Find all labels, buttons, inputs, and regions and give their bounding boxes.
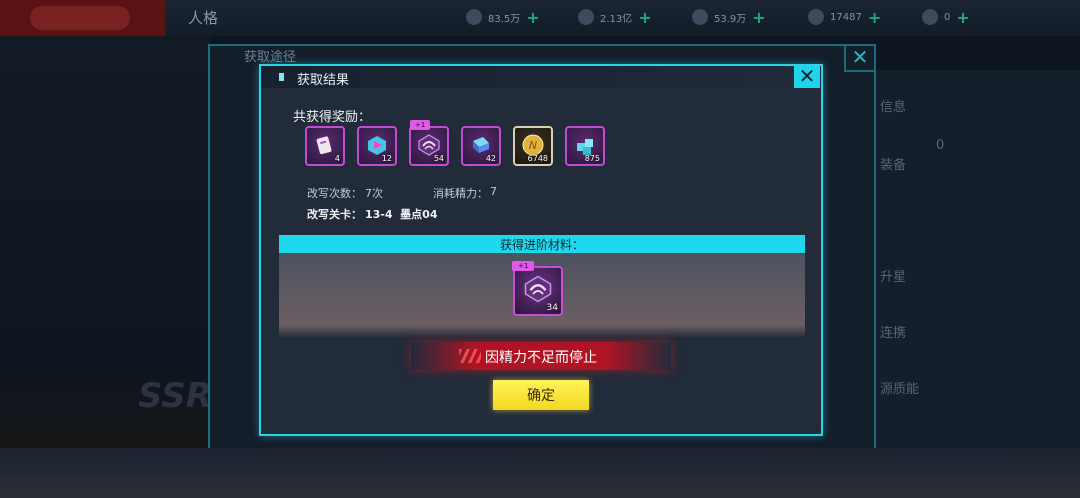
add-energy-button[interactable]: + [526,8,539,27]
back-icon [30,6,130,30]
resource-value: 0 [944,11,951,23]
close-button[interactable]: ✕ [794,66,820,88]
resource-value: 2.13亿 [600,13,633,25]
reward-item[interactable]: 12 [357,126,397,166]
reward-list: 4 12 +1 54 42 N 6748 875 [305,120,605,166]
advance-materials-header: 获得进阶材料： [279,235,805,253]
close-icon: ✕ [798,64,816,88]
resource-energy: 83.5万 + [466,8,540,27]
dialog-title: 获取结果 [297,73,350,88]
resource-flame: 0 + [922,8,970,27]
advance-bonus-tag: +1 [512,261,535,271]
resource-value: 83.5万 [488,13,521,25]
add-ticket-button[interactable]: + [868,8,881,27]
bottom-bar [0,448,1080,498]
side-menu-item-equip[interactable]: 装备 [880,154,906,173]
reward-item[interactable]: +1 54 [409,120,449,166]
outer-dialog-title: 获取途径 [244,50,297,65]
stage-value: 13-4 墨点04 [365,208,438,221]
reward-count: 54 [433,154,444,163]
ticket-item-icon [316,136,332,155]
add-coin-button[interactable]: + [638,8,651,27]
stop-warning-banner: 因精力不足而停止 [411,342,671,370]
rewrite-count-value: 7次 [365,187,383,200]
svg-text:N: N [529,139,537,152]
advance-count: 34 [546,303,558,313]
header-marker-icon [279,73,284,81]
advance-materials-label: 获得进阶材料： [499,238,584,252]
rewrite-count-label: 改写次数： [307,187,362,200]
hand-icon [692,9,708,25]
resource-coin: 2.13亿 + [578,8,652,27]
stamina-value: 7 [490,185,497,198]
resource-value: 53.9万 [714,13,747,25]
reward-item[interactable]: 42 [461,126,501,166]
background-window-title: 人格 [188,9,219,27]
reward-count: 875 [584,154,600,163]
stop-warning-text: 因精力不足而停止 [485,350,597,366]
outer-close-icon[interactable]: ✕ [844,44,876,72]
side-menu-item-source[interactable]: 源质能 [880,378,919,397]
resource-hand: 53.9万 + [692,8,766,27]
advance-core-icon [524,275,552,303]
side-menu-item-link[interactable]: 连携 [880,322,906,341]
energy-icon [466,9,482,25]
rarity-label: SSR [138,376,212,416]
resource-ticket: 17487 + [808,8,881,27]
result-dialog: 获取结果 ✕ 共获得奖励： 4 12 +1 54 42 N 6748 875 改… [259,64,823,436]
reward-bonus-tag: +1 [410,120,431,130]
dialog-header: 获取结果 [261,66,821,88]
add-hand-button[interactable]: + [752,8,765,27]
side-count: 0 [936,138,945,153]
reward-count: 42 [485,154,496,163]
add-flame-button[interactable]: + [956,8,969,27]
corner-decoration [779,434,809,436]
stage-label: 改写关卡： [307,208,362,221]
total-rewards-label: 共获得奖励： [293,110,372,125]
stamina-label: 消耗精力： [433,187,488,200]
resource-value: 17487 [830,11,862,23]
corner-decoration [261,434,275,436]
back-button[interactable] [0,0,165,36]
reward-count: 12 [381,154,392,163]
character-panel [0,36,210,498]
side-menu-item-info[interactable]: 信息 [880,96,906,115]
reward-count: 6748 [527,154,548,163]
ticket-icon [808,9,824,25]
reward-item[interactable]: 4 [305,126,345,166]
reward-count: 4 [334,154,340,163]
advance-material-item[interactable]: +1 34 [512,261,563,316]
coin-icon [578,9,594,25]
side-menu-item-star[interactable]: 升星 [880,266,906,285]
confirm-button[interactable]: 确定 [493,380,589,410]
reward-item[interactable]: N 6748 [513,126,553,166]
reward-item[interactable]: 875 [565,126,605,166]
flame-icon [922,9,938,25]
